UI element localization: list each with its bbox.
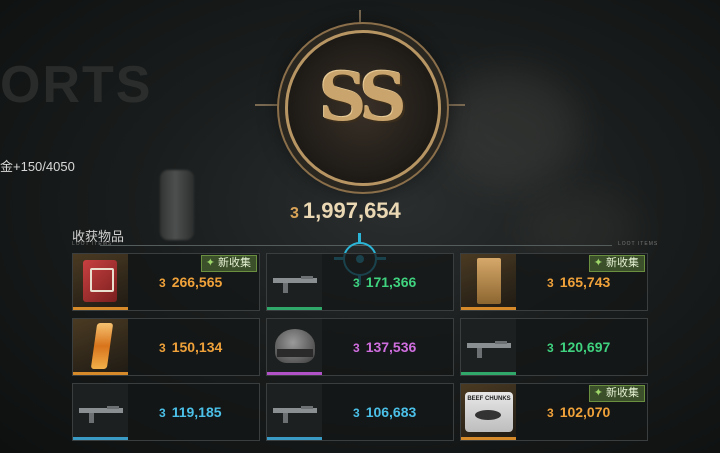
currency-icon: 3: [353, 406, 360, 420]
item-value-text: 266,565: [171, 274, 223, 290]
item-value-text: 137,536: [365, 339, 417, 355]
item-value-text: 119,185: [171, 404, 222, 420]
loot-item-card[interactable]: 3 106,683: [266, 383, 454, 441]
background-title: ORTS: [0, 56, 153, 114]
item-thumbnail: [267, 254, 322, 310]
item-thumbnail: BEEF CHUNKS: [461, 384, 516, 440]
item-thumbnail: [73, 384, 128, 440]
item-value-text: 165,743: [559, 274, 611, 290]
item-value: 3 106,683: [353, 404, 416, 420]
rarity-bar: [267, 437, 322, 440]
loot-item-card[interactable]: 3 119,185: [72, 383, 260, 441]
rank-emblem: SS: [255, 10, 465, 192]
new-collection-badge: ✦ 新收集: [588, 255, 645, 272]
item-thumbnail: [73, 319, 128, 375]
item-value: 3 120,697: [547, 339, 610, 355]
item-thumbnail: [267, 384, 322, 440]
rarity-bar: [461, 437, 516, 440]
sparkle-icon: ✦: [593, 387, 603, 399]
item-value-text: 120,697: [559, 339, 611, 355]
item-value: 3 165,743: [547, 274, 610, 290]
item-value: 3 150,134: [159, 339, 222, 355]
currency-icon: 3: [547, 276, 554, 290]
rarity-bar: [461, 307, 516, 310]
loot-item-card[interactable]: 3 120,697: [460, 318, 648, 376]
badge-label: 新收集: [606, 257, 639, 269]
item-thumbnail: [461, 254, 516, 310]
item-thumbnail: [267, 319, 322, 375]
sparkle-icon: ✦: [593, 257, 603, 269]
total-value: 3 1,997,654: [290, 198, 401, 224]
rank-label: SS: [319, 58, 407, 136]
item-value-text: 171,366: [365, 274, 417, 290]
loot-item-card[interactable]: 3 266,565 ✦ 新收集: [72, 253, 260, 311]
badge-label: 新收集: [218, 257, 251, 269]
rarity-bar: [461, 372, 516, 375]
item-value: 3 137,536: [353, 339, 416, 355]
item-thumbnail: [461, 319, 516, 375]
loot-item-card[interactable]: 3 165,743 ✦ 新收集: [460, 253, 648, 311]
rarity-bar: [73, 437, 128, 440]
section-subtitle-right: LOOT ITEMS: [618, 241, 659, 247]
loot-item-card[interactable]: 3 150,134: [72, 318, 260, 376]
item-value-text: 102,070: [559, 404, 611, 420]
loot-item-card[interactable]: BEEF CHUNKS 3 102,070 ✦ 新收集: [460, 383, 648, 441]
currency-icon: 3: [159, 341, 166, 355]
item-value: 3 171,366: [353, 274, 416, 290]
loot-item-card[interactable]: 3 171,366: [266, 253, 454, 311]
rarity-bar: [73, 372, 128, 375]
item-value-text: 150,134: [171, 339, 223, 355]
sparkle-icon: ✦: [205, 257, 215, 269]
currency-icon: 3: [547, 406, 554, 420]
loot-item-card[interactable]: 3 137,536: [266, 318, 454, 376]
background-bullet-icon: [160, 170, 194, 240]
currency-icon: 3: [353, 341, 360, 355]
currency-icon: 3: [159, 276, 166, 290]
rarity-bar: [73, 307, 128, 310]
section-subtitle: LOOT ITEMS: [72, 241, 113, 247]
item-value-text: 106,683: [365, 404, 417, 420]
item-value: 3 266,565: [159, 274, 222, 290]
total-value-text: 1,997,654: [302, 198, 401, 223]
new-collection-badge: ✦ 新收集: [200, 255, 257, 272]
item-value: 3 119,185: [159, 404, 222, 420]
currency-icon: 3: [290, 205, 299, 222]
currency-icon: 3: [159, 406, 166, 420]
progress-text: 金+150/4050: [0, 159, 75, 174]
loot-grid: 3 266,565 ✦ 新收集 3 171,366 3 165,743 ✦ 新收集 3 150,134…: [72, 253, 648, 453]
rarity-bar: [267, 307, 322, 310]
rarity-bar: [267, 372, 322, 375]
item-thumbnail: [73, 254, 128, 310]
badge-label: 新收集: [606, 387, 639, 399]
currency-icon: 3: [547, 341, 554, 355]
item-value: 3 102,070: [547, 404, 610, 420]
currency-icon: 3: [353, 276, 360, 290]
can-label: BEEF CHUNKS: [467, 396, 511, 402]
new-collection-badge: ✦ 新收集: [588, 385, 645, 402]
